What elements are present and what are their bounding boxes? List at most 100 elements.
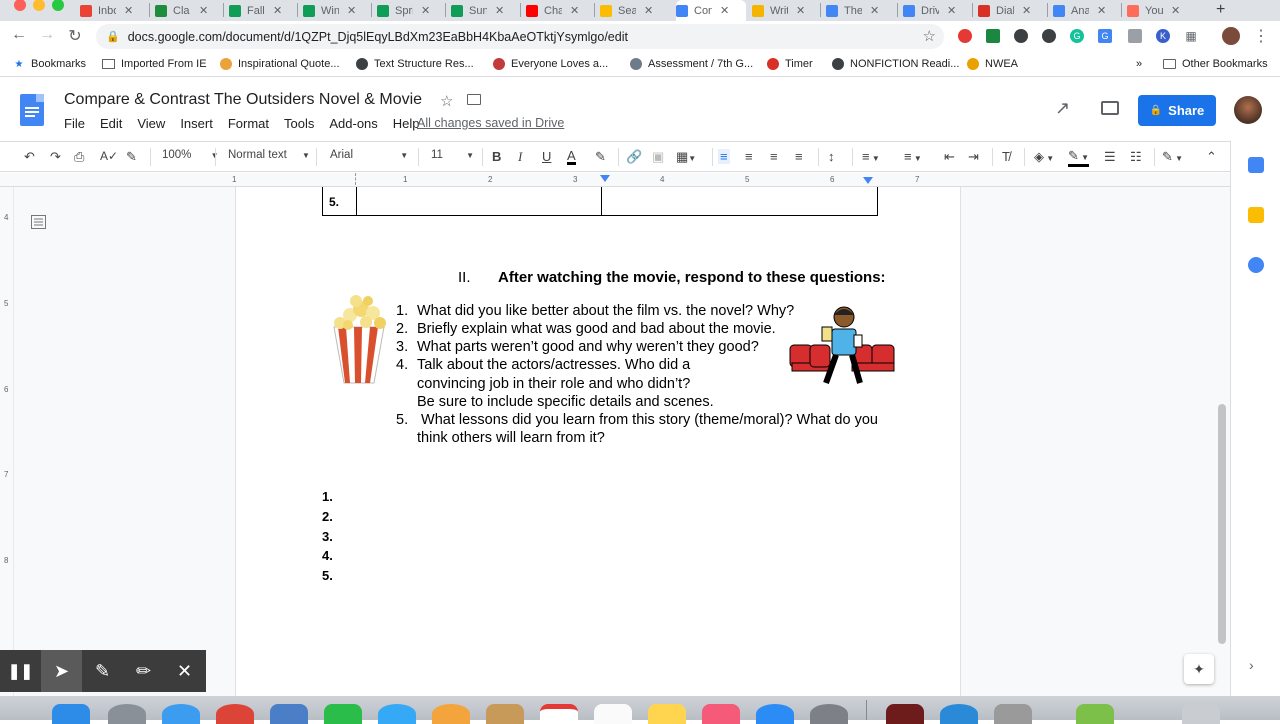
paint-format-icon[interactable]: ✎: [126, 149, 137, 165]
profile-avatar-icon[interactable]: [1222, 27, 1240, 45]
launchpad-dock-icon[interactable]: [108, 704, 146, 724]
answer-line[interactable]: 1.: [322, 489, 333, 504]
highlighter-icon[interactable]: ✏: [123, 650, 164, 692]
safari-dock-icon[interactable]: [162, 704, 200, 724]
bold-icon[interactable]: B: [492, 149, 501, 164]
add-comment-icon[interactable]: ▣: [652, 149, 664, 165]
print-icon[interactable]: ⎙: [74, 149, 84, 165]
line-spacing-icon[interactable]: ↕: [828, 149, 835, 164]
explore-button[interactable]: ✦: [1184, 654, 1214, 684]
pause-icon[interactable]: ❚❚: [0, 650, 41, 692]
preview-dock-icon[interactable]: [270, 704, 308, 724]
chrome-dock-icon[interactable]: [216, 704, 254, 724]
new-tab-button[interactable]: +: [1216, 1, 1225, 19]
answer-line[interactable]: 5.: [322, 568, 333, 583]
browser-tab[interactable]: Win ✕: [303, 0, 369, 21]
menu-item-tools[interactable]: Tools: [284, 116, 314, 131]
browser-tab[interactable]: Inbo ✕: [80, 0, 146, 21]
back-button[interactable]: ←: [8, 26, 30, 44]
bookmarks-more-button[interactable]: »: [1136, 58, 1142, 70]
browser-menu-icon[interactable]: ⋮: [1250, 26, 1272, 46]
bookmark-item[interactable]: ★ Bookmarks: [13, 58, 87, 70]
extension-screen-icon[interactable]: [1128, 29, 1142, 43]
browser-tab[interactable]: The ✕: [826, 0, 892, 21]
close-window-button[interactable]: [14, 0, 26, 11]
answer-line[interactable]: 2.: [322, 509, 333, 524]
utility-dock-icon[interactable]: [994, 704, 1032, 724]
vertical-scrollbar[interactable]: [1218, 404, 1226, 644]
calendar-dock-icon[interactable]: [540, 704, 578, 724]
align-right-icon[interactable]: ≡: [770, 149, 778, 164]
menu-item-add-ons[interactable]: Add-ons: [329, 116, 377, 131]
calendar-icon[interactable]: [1248, 157, 1264, 173]
comment-history-icon[interactable]: [1101, 101, 1119, 115]
browser-tab[interactable]: Sea ✕: [600, 0, 666, 21]
border-color-icon[interactable]: ✎ ▼: [1068, 149, 1090, 167]
border-dash-icon[interactable]: ☷: [1130, 149, 1142, 165]
bulleted-list-icon[interactable]: ≡ ▼: [904, 149, 922, 164]
border-width-icon[interactable]: ☰: [1104, 149, 1116, 165]
extension-shield2-icon[interactable]: [1042, 29, 1056, 43]
close-tab-icon[interactable]: ✕: [495, 4, 504, 17]
browser-tab[interactable]: Cla ✕: [155, 0, 221, 21]
highlight-icon[interactable]: ✎: [595, 149, 606, 165]
align-justify-icon[interactable]: ≡: [795, 149, 803, 164]
close-tab-icon[interactable]: ✕: [570, 4, 579, 17]
bookmark-item[interactable]: NONFICTION Readi...: [832, 58, 959, 70]
notes-dock-icon[interactable]: [648, 704, 686, 724]
browser-tab[interactable]: Sun ✕: [451, 0, 517, 21]
address-bar[interactable]: 🔒 docs.google.com/document/d/1QZPt_Djq5l…: [96, 24, 944, 49]
underline-icon[interactable]: U: [542, 149, 551, 164]
trash-dock-icon[interactable]: [1182, 704, 1220, 724]
answer-line[interactable]: 4.: [322, 548, 333, 563]
docs-logo-icon[interactable]: [20, 94, 44, 126]
settings-dock-icon[interactable]: [810, 704, 848, 724]
insert-image-icon[interactable]: ▦▼: [676, 149, 696, 165]
close-tab-icon[interactable]: ✕: [273, 4, 282, 17]
account-avatar[interactable]: [1234, 96, 1262, 124]
browser-tab[interactable]: Writ ✕: [752, 0, 818, 21]
close-tab-icon[interactable]: ✕: [870, 4, 879, 17]
browser-tab[interactable]: Fall ✕: [229, 0, 295, 21]
menu-item-view[interactable]: View: [137, 116, 165, 131]
close-tab-icon[interactable]: ✕: [1022, 4, 1031, 17]
extension-grid-icon[interactable]: ▦: [1184, 29, 1198, 43]
browser-tab[interactable]: Dial ✕: [978, 0, 1044, 21]
menu-item-insert[interactable]: Insert: [180, 116, 213, 131]
share-button[interactable]: 🔒 Share: [1138, 95, 1216, 126]
align-center-icon[interactable]: ≡: [745, 149, 753, 164]
bookmark-item[interactable]: Timer: [767, 58, 813, 70]
pointer-icon[interactable]: ➤: [41, 650, 82, 692]
bookmark-item[interactable]: Inspirational Quote...: [220, 58, 340, 70]
extension-grammarly-icon[interactable]: G: [1070, 29, 1084, 43]
italic-icon[interactable]: I: [518, 149, 522, 165]
keep-icon[interactable]: [1248, 207, 1264, 223]
messages-dock-icon[interactable]: [378, 704, 416, 724]
close-tab-icon[interactable]: ✕: [199, 4, 208, 17]
reload-button[interactable]: ↻: [64, 26, 86, 46]
answer-line[interactable]: 3.: [322, 529, 333, 544]
collapse-toolbar-icon[interactable]: ⌃: [1206, 149, 1217, 165]
close-tab-icon[interactable]: ✕: [1097, 4, 1106, 17]
extension-green-icon[interactable]: [986, 29, 1000, 43]
right-indent-marker[interactable]: [863, 177, 873, 184]
text-color-icon[interactable]: A: [567, 149, 576, 165]
menu-item-help[interactable]: Help: [393, 116, 420, 131]
finder-dock-icon[interactable]: [52, 704, 90, 724]
reminders-dock-icon[interactable]: [594, 704, 632, 724]
menu-item-edit[interactable]: Edit: [100, 116, 122, 131]
fill-color-icon[interactable]: ◈ ▼: [1034, 149, 1054, 165]
edge-dock-icon[interactable]: [940, 704, 978, 724]
document-outline-icon[interactable]: [31, 215, 46, 229]
zoom-select[interactable]: 100% ▼: [162, 149, 219, 161]
extension-shield-icon[interactable]: [1014, 29, 1028, 43]
other-bookmarks[interactable]: Other Bookmarks: [1163, 58, 1268, 70]
save-status[interactable]: All changes saved in Drive: [417, 116, 564, 130]
minimize-window-button[interactable]: [33, 0, 45, 11]
extension-translate-icon[interactable]: G: [1098, 29, 1112, 43]
music-dock-icon[interactable]: [702, 704, 740, 724]
appstore-dock-icon[interactable]: [756, 704, 794, 724]
decrease-indent-icon[interactable]: ⇤: [944, 149, 955, 165]
horizontal-ruler[interactable]: 1 1 2 3 4 5 6 7: [0, 173, 1230, 187]
extension-red-icon[interactable]: [958, 29, 972, 43]
